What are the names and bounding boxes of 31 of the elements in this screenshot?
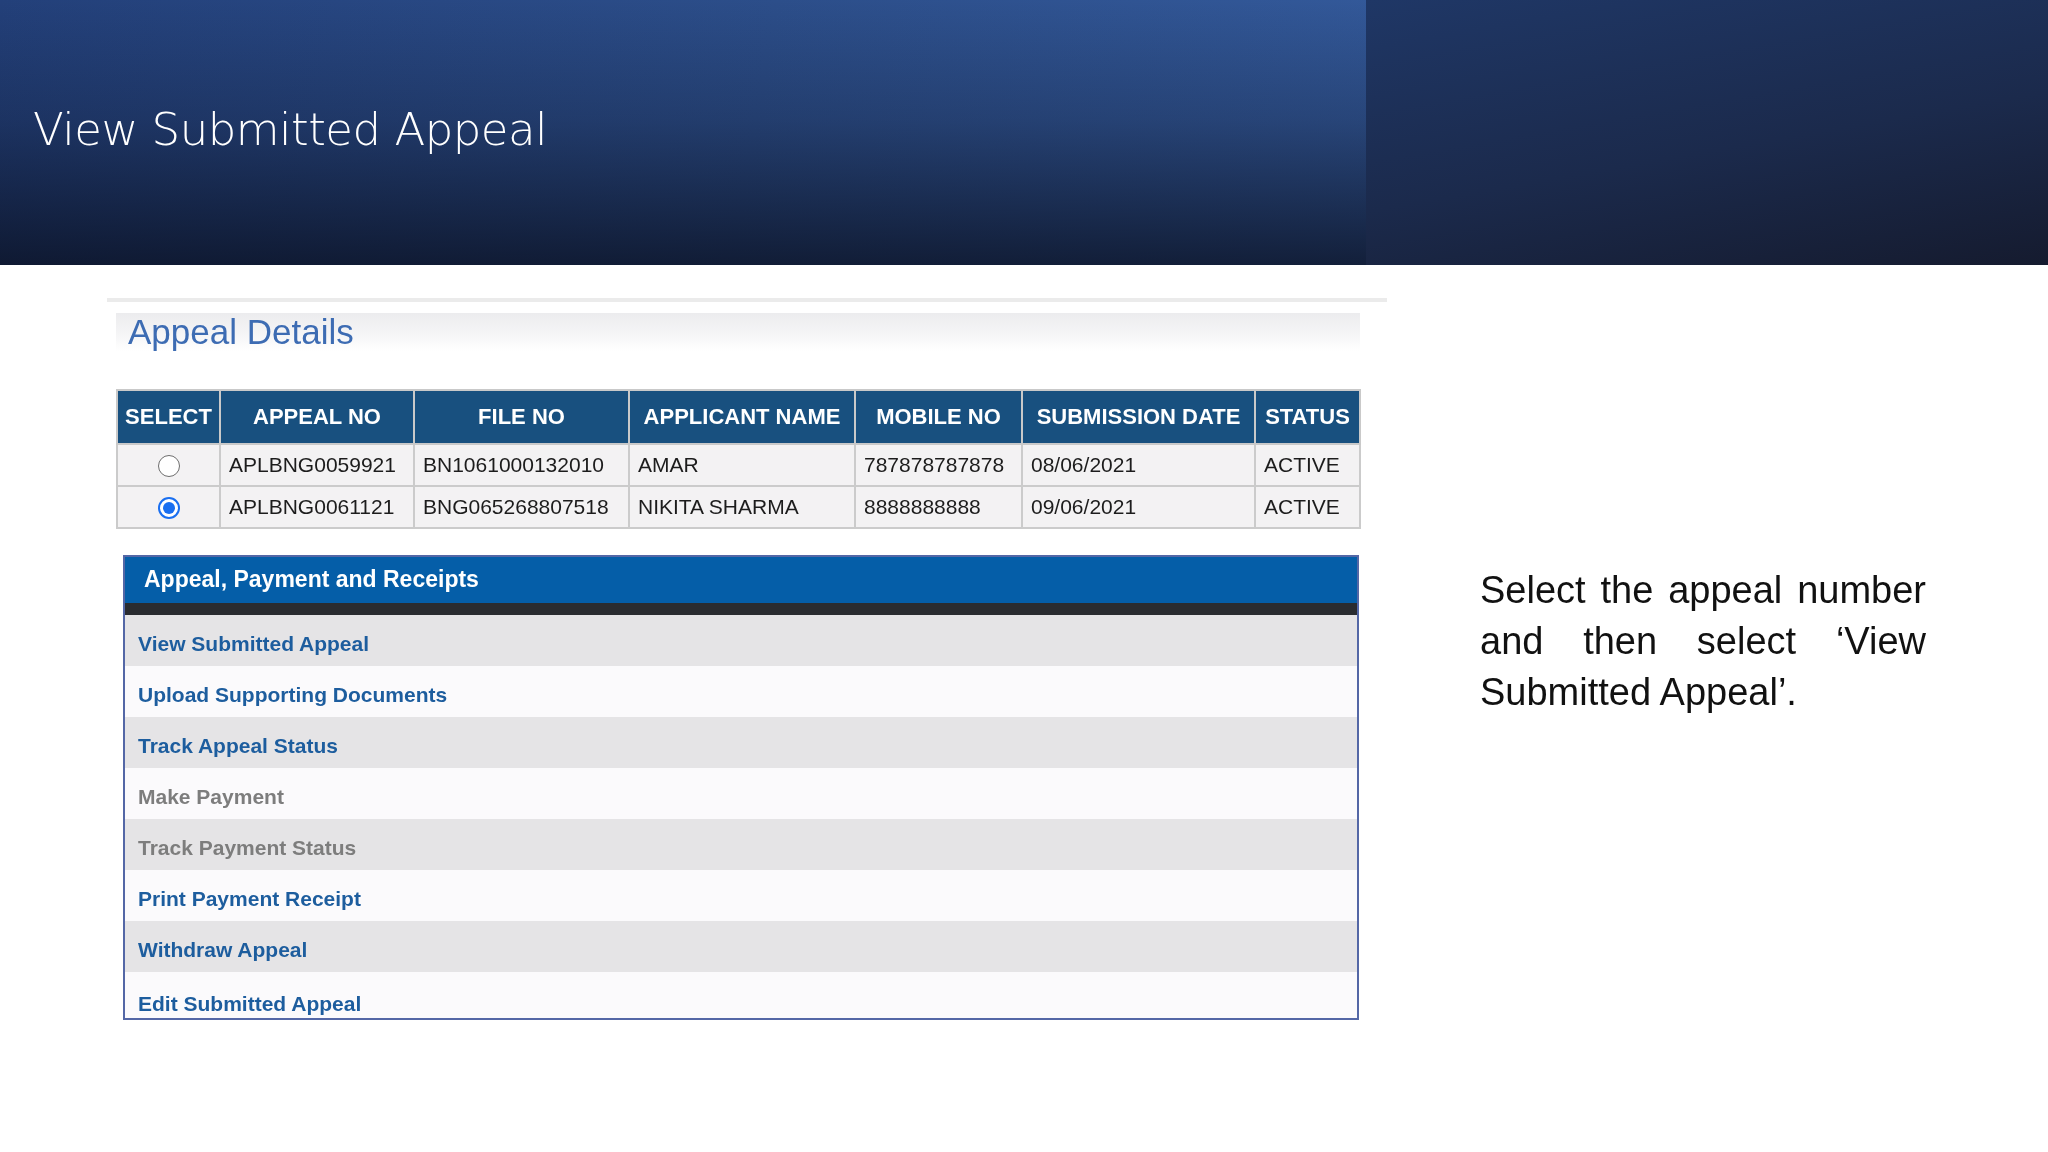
table-cell: 08/06/2021 <box>1022 444 1255 486</box>
instruction-text: Select the appeal number and then select ‘View Submitted Appeal’. <box>1480 568 1926 715</box>
column-header: SELECT <box>117 390 220 444</box>
table-cell: ACTIVE <box>1255 444 1360 486</box>
column-header: FILE NO <box>414 390 629 444</box>
column-header: STATUS <box>1255 390 1360 444</box>
table-cell: 8888888888 <box>855 486 1022 528</box>
column-header: MOBILE NO <box>855 390 1022 444</box>
column-header: APPEAL NO <box>220 390 414 444</box>
menu-link[interactable]: Withdraw Appeal <box>138 937 308 962</box>
slide-title: View Submitted Appeal <box>33 103 548 156</box>
menu-header: Appeal, Payment and Receipts <box>125 557 1357 603</box>
table-cell: AMAR <box>629 444 855 486</box>
menu-link[interactable]: Upload Supporting Documents <box>138 682 448 707</box>
table-cell: APLBNG0061121 <box>220 486 414 528</box>
menu-link[interactable]: Track Appeal Status <box>138 733 338 758</box>
radio-button[interactable] <box>157 455 180 478</box>
table-cell: ACTIVE <box>1255 486 1360 528</box>
column-header: APPLICANT NAME <box>629 390 855 444</box>
table-cell: 787878787878 <box>855 444 1022 486</box>
table-cell: BN1061000132010 <box>414 444 629 486</box>
table-cell: BNG065268807518 <box>414 486 629 528</box>
column-header: SUBMISSION DATE <box>1022 390 1255 444</box>
table-cell: NIKITA SHARMA <box>629 486 855 528</box>
table-cell: APLBNG0059921 <box>220 444 414 486</box>
menu-link[interactable]: View Submitted Appeal <box>138 631 370 656</box>
radio-button[interactable] <box>157 497 180 520</box>
table-cell: 09/06/2021 <box>1022 486 1255 528</box>
menu-link[interactable]: Print Payment Receipt <box>138 886 361 911</box>
section-heading: Appeal Details <box>116 313 1360 351</box>
menu-link[interactable]: Edit Submitted Appeal <box>138 992 362 1016</box>
